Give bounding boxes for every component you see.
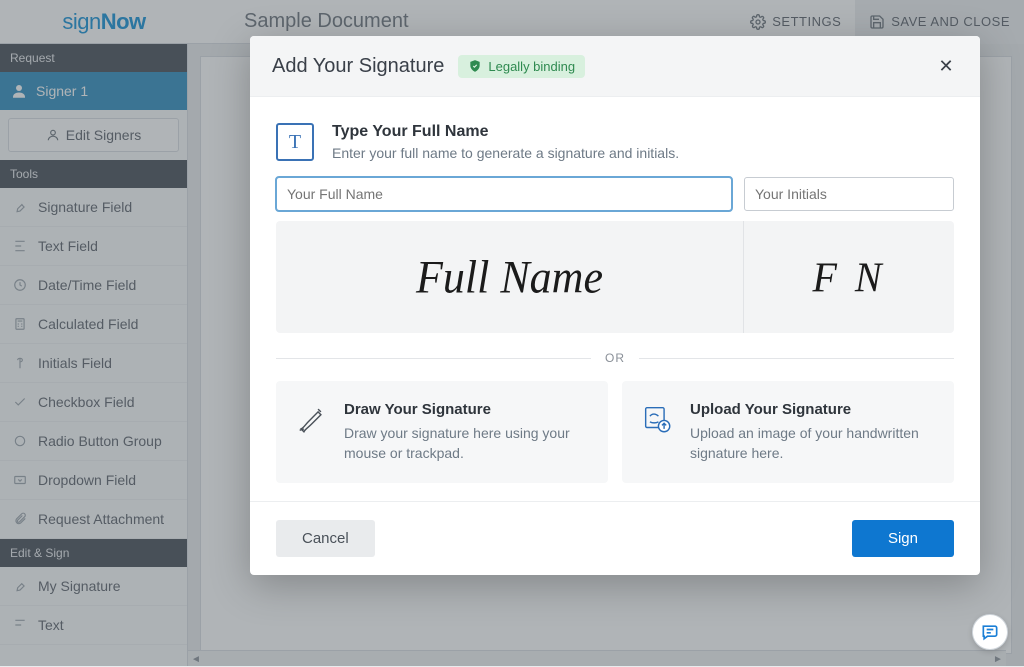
type-section-title: Type Your Full Name [332, 123, 679, 141]
initials-input[interactable] [744, 177, 954, 211]
upload-card-title: Upload Your Signature [690, 401, 936, 418]
option-cards-row: Draw Your Signature Draw your signature … [276, 381, 954, 483]
draw-card-subtitle: Draw your signature here using your mous… [344, 424, 590, 463]
modal-header: Add Your Signature Legally binding ✕ [250, 36, 980, 97]
signature-preview: Full Name [276, 221, 744, 333]
draw-signature-card[interactable]: Draw Your Signature Draw your signature … [276, 381, 608, 483]
initials-preview: F N [744, 221, 954, 333]
modal-footer: Cancel Sign [250, 501, 980, 575]
shield-check-icon [468, 59, 482, 73]
help-chat-button[interactable] [972, 614, 1008, 650]
signature-preview-text: Full Name [416, 250, 603, 304]
close-icon: ✕ [938, 56, 953, 77]
or-label: OR [605, 351, 625, 365]
upload-card-subtitle: Upload an image of your handwritten sign… [690, 424, 936, 463]
initials-preview-text: F N [812, 252, 885, 301]
signature-preview-row: Full Name F N [276, 221, 954, 333]
draw-card-title: Draw Your Signature [344, 401, 590, 418]
close-button[interactable]: ✕ [934, 54, 958, 78]
cancel-button[interactable]: Cancel [276, 520, 375, 557]
type-icon: T [276, 123, 314, 161]
inputs-row [276, 177, 954, 211]
divider-line [276, 358, 591, 359]
legally-binding-badge: Legally binding [458, 55, 585, 78]
pencil-draw-icon [294, 401, 328, 437]
divider-line [639, 358, 954, 359]
chat-icon [980, 622, 1000, 642]
or-divider: OR [276, 351, 954, 365]
add-signature-modal: Add Your Signature Legally binding ✕ T T… [250, 36, 980, 575]
modal-title: Add Your Signature [272, 55, 444, 78]
sign-button[interactable]: Sign [852, 520, 954, 557]
full-name-input[interactable] [276, 177, 732, 211]
upload-signature-card[interactable]: Upload Your Signature Upload an image of… [622, 381, 954, 483]
type-section-header: T Type Your Full Name Enter your full na… [276, 123, 954, 161]
upload-signature-icon [640, 401, 674, 437]
modal-body: T Type Your Full Name Enter your full na… [250, 97, 980, 501]
type-section-subtitle: Enter your full name to generate a signa… [332, 145, 679, 161]
